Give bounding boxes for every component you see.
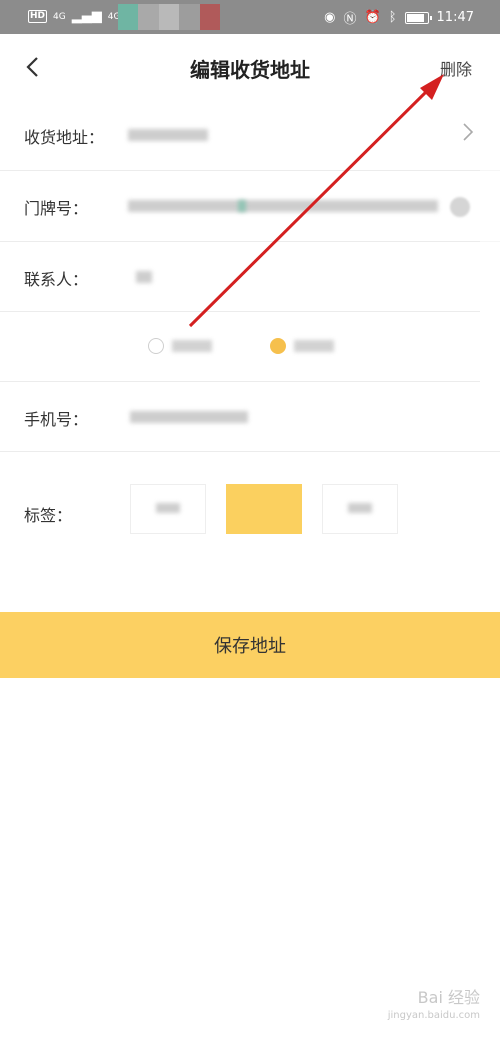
save-address-button[interactable]: 保存地址 (0, 612, 500, 678)
bluetooth-icon: ᛒ (388, 10, 397, 25)
radio-icon[interactable] (148, 338, 164, 354)
chevron-right-icon (463, 123, 474, 141)
gender-option-2[interactable] (270, 336, 334, 356)
hd-badge: HD (28, 10, 48, 23)
eye-icon: ◉ (324, 10, 336, 25)
phone-input[interactable] (120, 402, 260, 432)
watermark: Bai 经验 jingyan.baidu.com (388, 989, 480, 1025)
gender-option-text (294, 340, 334, 352)
nfc-icon: Ⓝ (343, 12, 357, 27)
signal-icon: ▂▄▆ (71, 9, 102, 24)
clear-icon[interactable] (450, 197, 470, 217)
house-number-label: 门牌号： (24, 199, 89, 218)
watermark-url: jingyan.baidu.com (387, 1010, 480, 1021)
house-number-input[interactable] (120, 191, 450, 221)
phone-row[interactable]: 手机号： (0, 382, 500, 452)
contact-input[interactable] (120, 262, 180, 292)
signal-label-1: 4G (53, 11, 66, 22)
address-row[interactable]: 收货地址： (0, 100, 500, 170)
tag-options (130, 484, 398, 534)
tag-option-3[interactable] (322, 484, 398, 534)
status-right: ◉ Ⓝ ⏰ ᛒ 11:47 (324, 8, 474, 27)
nav-bar: 编辑收货地址 删除 (0, 34, 500, 100)
tag-option-2-selected[interactable] (226, 484, 302, 534)
status-bar: HD 4G ▂▄▆ 4G ▂▄▆ ◠ ◉ Ⓝ ⏰ ᛒ 11:47 (0, 0, 500, 34)
gender-option-1[interactable] (148, 336, 212, 356)
alarm-icon: ⏰ (364, 10, 381, 25)
address-value[interactable] (120, 120, 220, 150)
contact-row[interactable]: 联系人： (0, 242, 500, 312)
spacer (0, 562, 500, 612)
clock-time: 11:47 (436, 10, 474, 25)
phone-label: 手机号： (24, 410, 89, 429)
contact-label: 联系人： (24, 270, 89, 289)
address-label: 收货地址： (24, 128, 105, 147)
gender-option-text (172, 340, 212, 352)
tags-label: 标签： (24, 506, 73, 525)
radio-selected-icon[interactable] (270, 338, 286, 354)
blurred-notification-icons (118, 4, 221, 30)
battery-icon (404, 11, 432, 24)
tag-option-1[interactable] (130, 484, 206, 534)
delete-button[interactable]: 删除 (440, 56, 472, 80)
page-title: 编辑收货地址 (190, 58, 310, 82)
watermark-brand: Bai 经验 (417, 988, 480, 1007)
gender-row (0, 312, 500, 382)
house-number-row[interactable]: 门牌号： (0, 171, 500, 241)
